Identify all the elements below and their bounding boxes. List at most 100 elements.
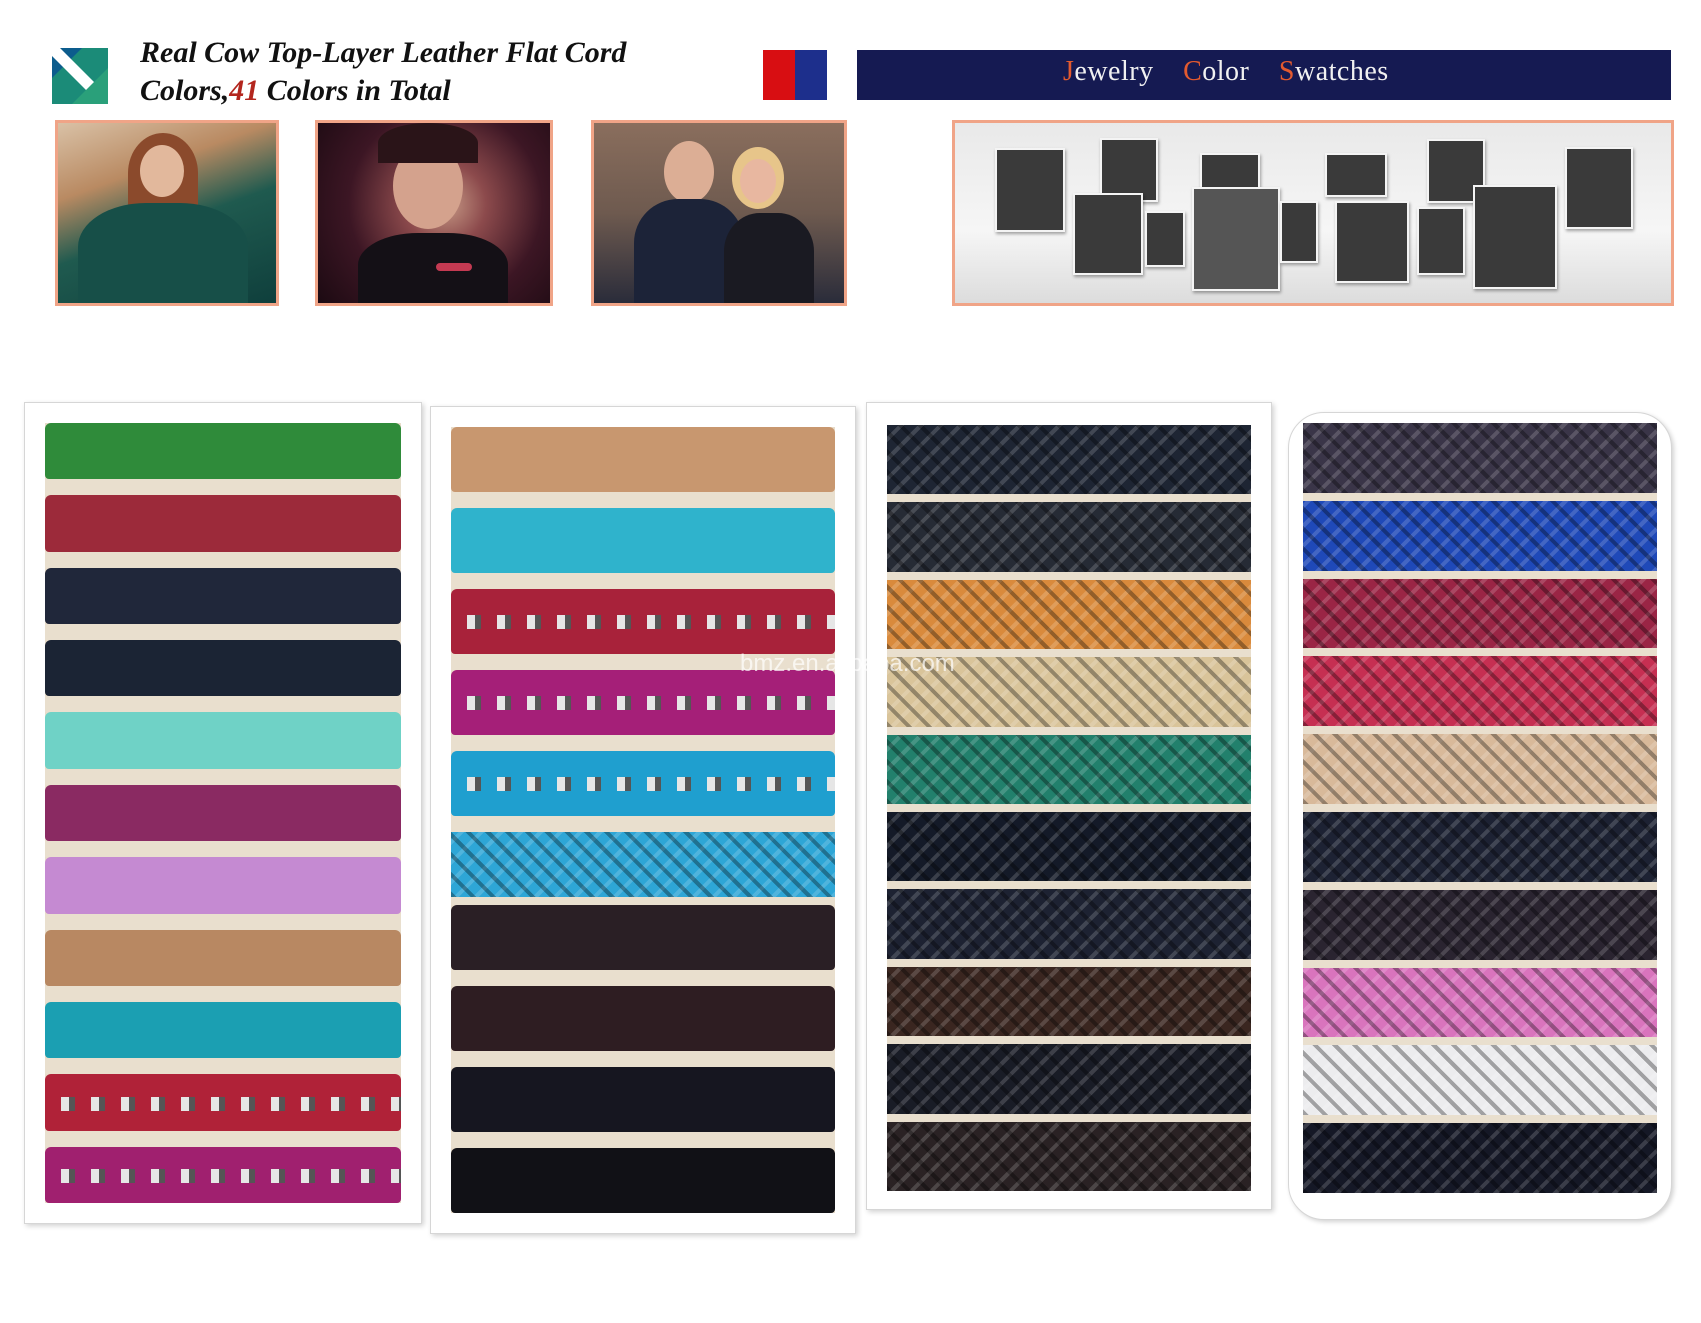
swatch-1-2 [45,495,401,552]
swatch-gap [1303,1115,1657,1124]
swatch-list-4 [1303,423,1657,1193]
photo-gallery-portraits [952,120,1674,306]
swatch-gap [887,1113,1251,1122]
swatch-gap [451,573,835,589]
swatch-gap [45,1130,401,1147]
swatch-4-8 [1303,967,1657,1038]
swatch-4-4 [1303,656,1657,727]
swatch-gap [887,958,1251,967]
swatch-2-4 [451,670,835,735]
swatch-gap [1303,959,1657,968]
swatch-2-10 [451,1148,835,1213]
swatch-3-1 [887,425,1251,495]
swatch-gap [1303,648,1657,657]
swatch-4-10 [1303,1123,1657,1193]
swatch-4-2 [1303,500,1657,571]
swatch-gap [1303,881,1657,890]
swatch-gap [45,551,401,568]
swatch-list-1 [45,423,401,1203]
title-line-1: Real Cow Top-Layer Leather Flat Cord [140,36,627,69]
swatches-banner: Jewelry Color Swatches [763,50,1671,100]
swatch-4-3 [1303,578,1657,649]
color-count: 41 [229,74,260,107]
swatch-1-8 [45,929,401,986]
swatch-3-5 [887,734,1251,805]
brand-logo-icon [52,48,108,104]
swatch-gap [887,881,1251,890]
swatch-4-6 [1303,811,1657,882]
swatch-1-5 [45,712,401,769]
swatch-gap [45,624,401,641]
swatch-gap [45,1058,401,1075]
swatch-3-6 [887,812,1251,882]
page-title: Real Cow Top-Layer Leather Flat Cord Col… [140,34,740,110]
swatch-gap [1303,726,1657,735]
swatch-1-6 [45,784,401,842]
swatch-4-5 [1303,734,1657,804]
flag-blue-stripe [795,50,827,100]
swatch-gap [887,804,1251,813]
swatch-gap [45,696,401,713]
swatch-gap [1303,492,1657,501]
panel-flat-cords-2 [430,406,856,1234]
swatch-gap [45,913,401,930]
swatch-2-3 [451,589,835,654]
swatch-gap [1303,570,1657,579]
swatch-list-3 [887,425,1251,1191]
swatch-list-2 [451,427,835,1213]
swatch-2-5 [451,751,835,816]
swatch-2-1 [451,427,835,492]
watermark-text: bmz.en.alibaba.com [740,650,955,677]
swatch-1-4 [45,640,401,697]
swatch-4-7 [1303,889,1657,960]
swatch-3-8 [887,966,1251,1037]
swatch-gap [45,479,401,496]
swatch-gap [45,985,401,1002]
banner-word-jewelry: Jewelry [1063,56,1154,87]
swatch-1-7 [45,857,401,914]
panel-braided-cords-4 [1288,412,1672,1220]
photo-model-bracelet [315,120,553,306]
photo-model-green-outfit [55,120,279,306]
swatch-gap [451,492,835,508]
swatch-1-9 [45,1001,401,1059]
title-line-2: Colors,41 Colors in Total [140,72,740,110]
swatch-gap [45,841,401,858]
swatch-3-3 [887,579,1251,650]
swatch-3-2 [887,502,1251,572]
swatch-4-9 [1303,1045,1657,1116]
title-prefix: Colors, [140,74,230,107]
swatch-gap [887,726,1251,735]
swatch-3-9 [887,1044,1251,1114]
swatch-3-7 [887,889,1251,959]
swatch-2-8 [451,986,835,1051]
swatch-gap [887,494,1251,503]
swatch-3-10 [887,1121,1251,1191]
swatch-2-6 [451,832,835,897]
banner-word-swatches: Swatches [1278,56,1389,87]
swatch-gap [451,1132,835,1148]
swatch-gap [887,571,1251,580]
banner-word-color: Color [1183,56,1250,87]
swatch-gap [451,1051,835,1067]
swatch-gap [451,970,835,986]
photo-couple [591,120,847,306]
title-suffix: Colors in Total [259,74,451,107]
swatch-gap [451,816,835,832]
swatch-2-7 [451,905,835,970]
swatch-gap [1303,803,1657,812]
flag-white-stripe [827,50,857,100]
panel-flat-cords-1 [24,402,422,1224]
swatch-gap [887,1036,1251,1045]
swatch-2-9 [451,1067,835,1132]
swatch-1-3 [45,567,401,625]
swatch-1-10 [45,1074,401,1131]
swatch-gap [451,897,835,905]
panel-braided-cords-3 [866,402,1272,1210]
swatch-1-1 [45,423,401,480]
swatch-2-2 [451,508,835,573]
swatch-gap [45,768,401,785]
swatch-4-1 [1303,423,1657,493]
banner-title: Jewelry Color Swatches [1063,56,1411,88]
flag-red-stripe [763,50,795,100]
